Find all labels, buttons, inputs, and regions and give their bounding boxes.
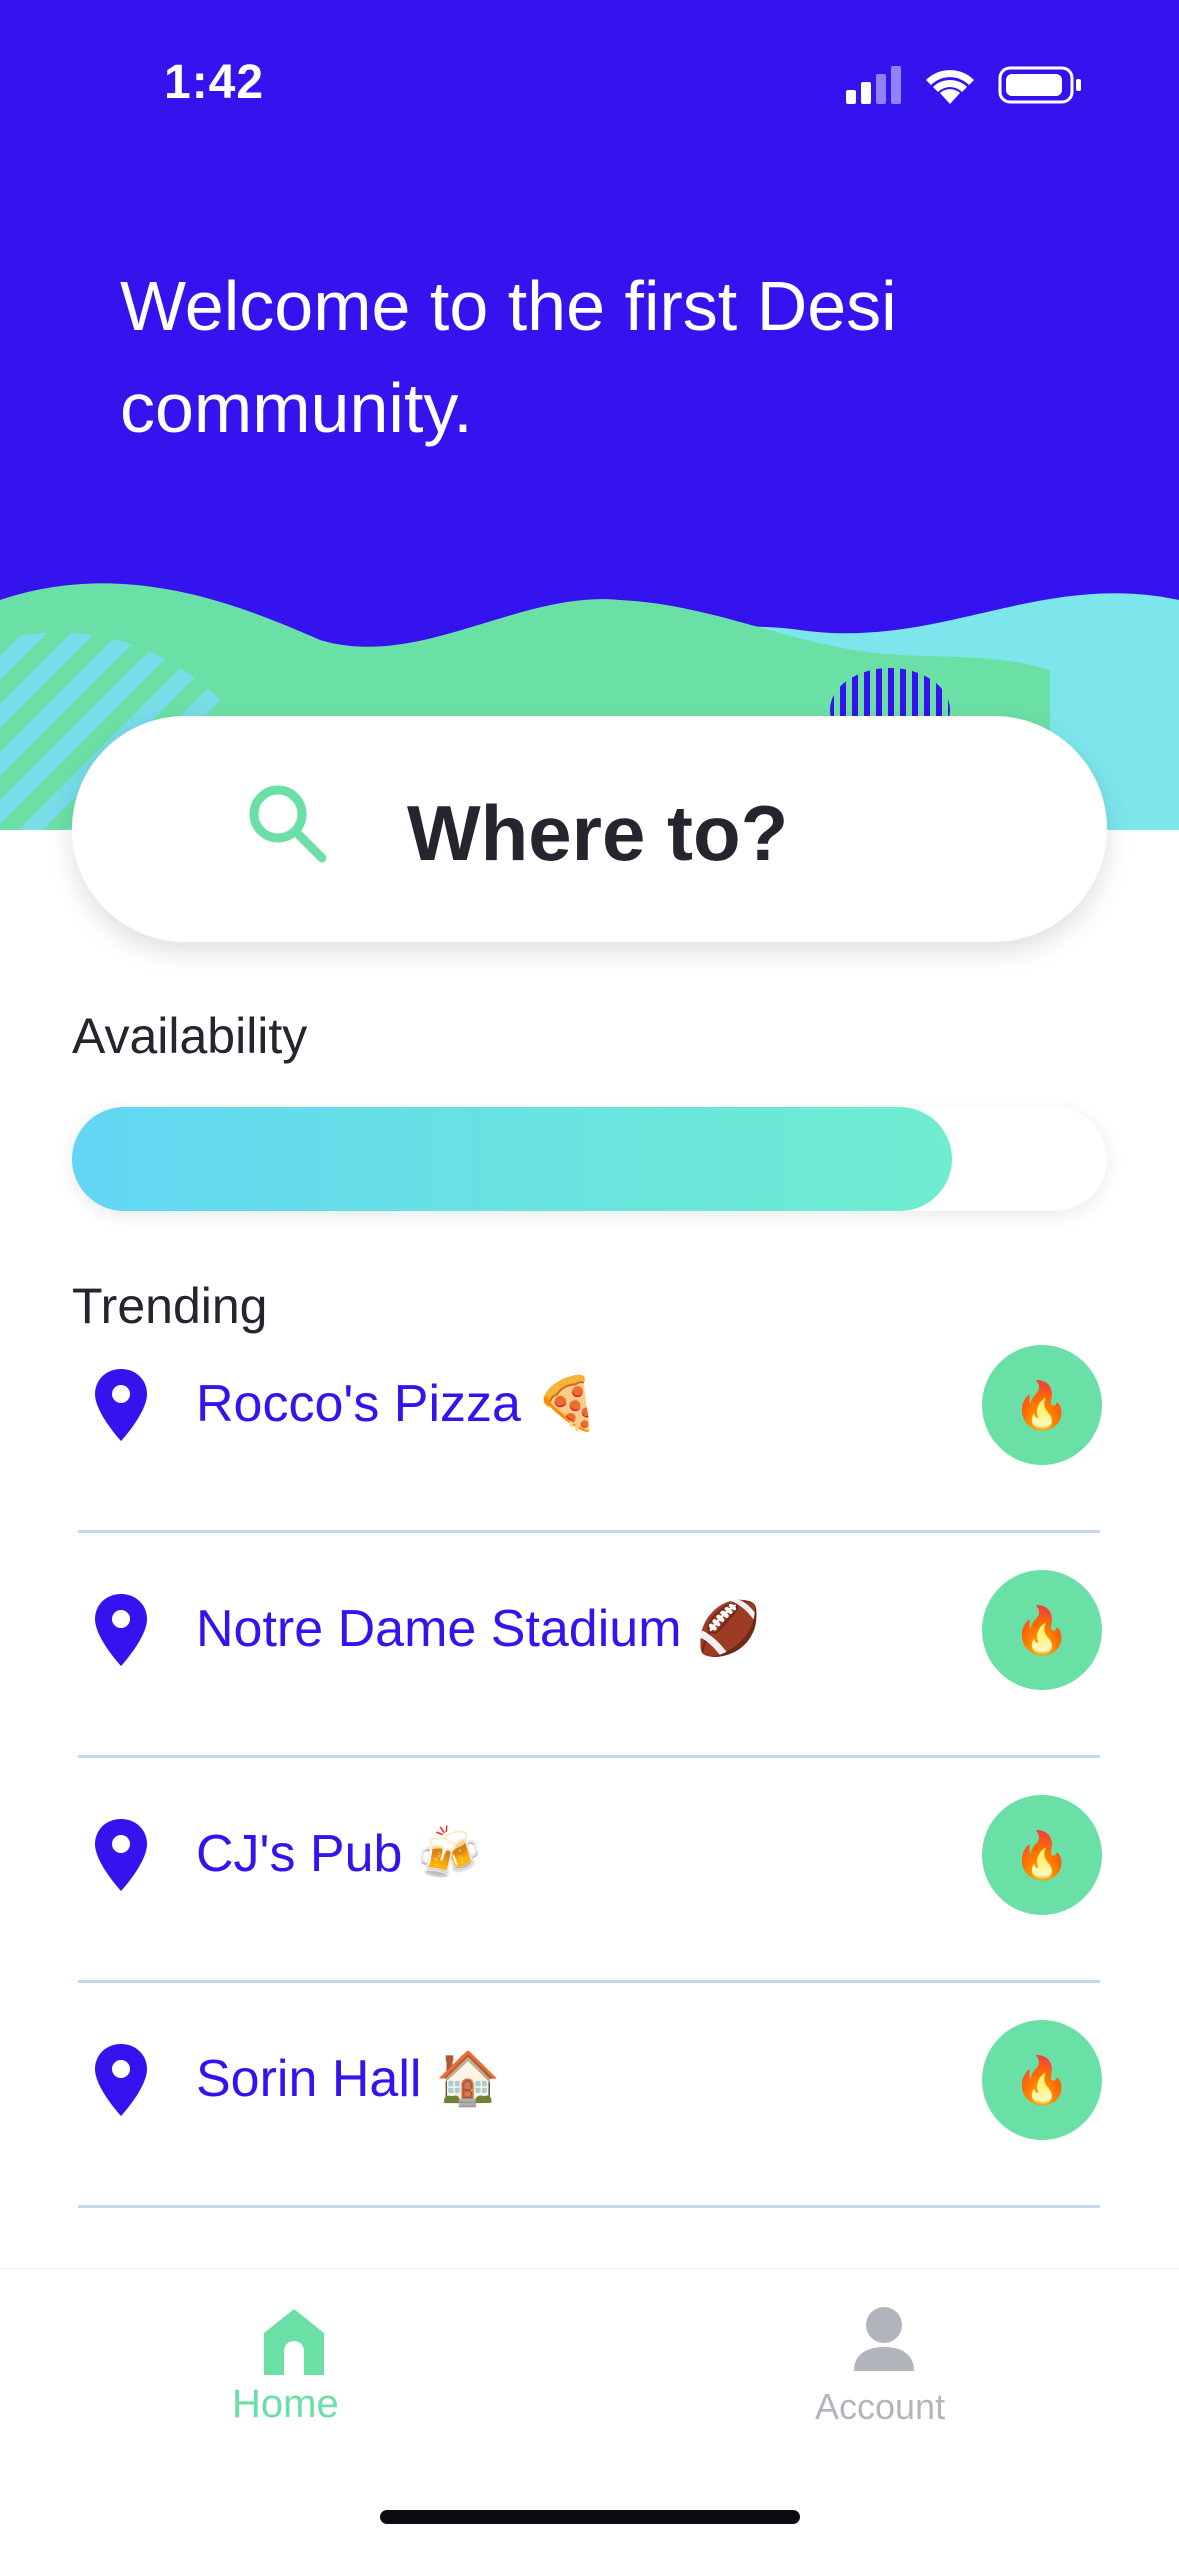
home-indicator: [380, 2510, 800, 2524]
location-pin-icon: [95, 1594, 147, 1666]
trending-item-name: Rocco's Pizza 🍕: [196, 1375, 601, 1433]
search-bar[interactable]: Where to?: [72, 716, 1107, 942]
location-pin-icon: [95, 1369, 147, 1441]
status-time: 1:42: [164, 56, 265, 109]
wifi-icon: [926, 70, 974, 104]
tab-account-label: Account: [815, 2386, 946, 2427]
cellular-signal-icon: [846, 66, 901, 104]
status-icons: [846, 66, 1081, 104]
tab-home-label: Home: [232, 2382, 339, 2426]
trending-fire-button[interactable]: 🔥: [982, 1345, 1102, 1465]
trending-item[interactable]: Rocco's Pizza 🍕 🔥: [78, 1305, 1102, 1533]
trending-item-name: CJ's Pub 🍻: [196, 1825, 482, 1883]
battery-icon: [998, 66, 1081, 104]
trending-fire-button[interactable]: 🔥: [982, 1570, 1102, 1690]
trending-fire-button[interactable]: 🔥: [982, 2020, 1102, 2140]
search-icon: [249, 785, 327, 863]
welcome-heading: Welcome to the first Desi community.: [120, 267, 897, 447]
location-pin-icon: [95, 1819, 147, 1891]
search-placeholder: Where to?: [407, 789, 789, 877]
home-icon: [264, 2309, 324, 2375]
trending-fire-button[interactable]: 🔥: [982, 1795, 1102, 1915]
trending-item[interactable]: Sorin Hall 🏠 🔥: [78, 1980, 1102, 2208]
availability-label: Availability: [72, 1008, 308, 1064]
trending-item[interactable]: Notre Dame Stadium 🏈 🔥: [78, 1530, 1102, 1758]
trending-item-name: Notre Dame Stadium 🏈: [196, 1600, 761, 1658]
trending-item[interactable]: CJ's Pub 🍻 🔥: [78, 1755, 1102, 1983]
location-pin-icon: [95, 2044, 147, 2116]
hero-header: 1:42 Welcome to the first Desi community…: [0, 0, 1179, 830]
trending-item-name: Sorin Hall 🏠: [196, 2050, 501, 2108]
account-icon: [854, 2307, 914, 2371]
availability-bar: [72, 1107, 1107, 1211]
availability-bar-fill: [72, 1107, 952, 1211]
